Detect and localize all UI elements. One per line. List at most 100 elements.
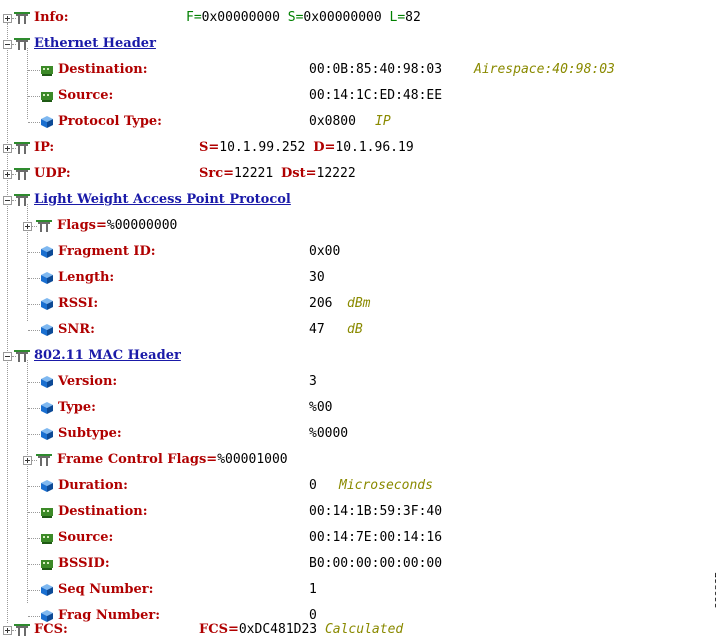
field-label: Destination: bbox=[58, 62, 148, 77]
field-label: Seq Number: bbox=[58, 582, 154, 597]
summary-value: 10.1.99.252 bbox=[219, 140, 314, 155]
summary-key: L= bbox=[389, 10, 406, 25]
tree-row-rssi[interactable]: RSSI: 206 dBm bbox=[0, 291, 700, 317]
field-value: B0:00:00:00:00:00 bbox=[309, 556, 443, 571]
tree-row-snr[interactable]: SNR: 47 dB bbox=[0, 317, 700, 343]
field-annotation: Airespace:40:98:03 bbox=[474, 62, 615, 77]
field-summary: S=10.1.99.252 D=10.1.96.19 bbox=[199, 140, 414, 156]
tree-row-source[interactable]: Source: 00:14:7E:00:14:16 bbox=[0, 525, 700, 551]
field-value: %00000000 bbox=[106, 218, 178, 233]
summary-value: 10.1.96.19 bbox=[335, 140, 414, 155]
summary-value: 0x00000000 bbox=[303, 10, 390, 25]
field-value: 3 bbox=[309, 374, 317, 389]
expand-toggle[interactable] bbox=[23, 456, 32, 465]
summary-key: S= bbox=[287, 10, 304, 25]
field-cube-icon bbox=[41, 428, 53, 440]
field-label: Length: bbox=[58, 270, 115, 285]
network-device-icon bbox=[41, 92, 53, 102]
tree-row-length[interactable]: Length: 30 bbox=[0, 265, 700, 291]
field-label: BSSID: bbox=[58, 556, 110, 571]
tree-row-destination[interactable]: Destination: 00:14:1B:59:3F:40 bbox=[0, 499, 700, 525]
field-label: SNR: bbox=[58, 322, 95, 337]
expand-toggle[interactable] bbox=[3, 170, 12, 179]
field-summary: Flags=%00000000 bbox=[57, 218, 177, 234]
field-cube-icon bbox=[41, 584, 53, 596]
tree-row-duration[interactable]: Duration: 0 Microseconds bbox=[0, 473, 700, 499]
field-cube-icon bbox=[41, 402, 53, 414]
section-header: Light Weight Access Point Protocol bbox=[34, 192, 291, 207]
summary-annotation: Calculated bbox=[324, 622, 404, 637]
tree-row-subtype[interactable]: Subtype: %0000 bbox=[0, 421, 700, 447]
field-cube-icon bbox=[41, 272, 53, 284]
field-cube-icon bbox=[41, 116, 53, 128]
field-value: 206 bbox=[309, 296, 333, 311]
field-cube-icon bbox=[41, 246, 53, 258]
expand-toggle[interactable] bbox=[3, 14, 12, 23]
field-label: Duration: bbox=[58, 478, 128, 493]
folder-icon bbox=[14, 12, 30, 24]
network-device-icon bbox=[41, 66, 53, 76]
tree-row-type[interactable]: Type: %00 bbox=[0, 395, 700, 421]
tree-row-ip[interactable]: IP: S=10.1.99.252 D=10.1.96.19 bbox=[0, 135, 700, 161]
network-device-icon bbox=[41, 534, 53, 544]
expand-toggle[interactable] bbox=[23, 222, 32, 231]
collapse-toggle[interactable] bbox=[3, 196, 12, 205]
expand-toggle[interactable] bbox=[3, 626, 12, 635]
network-device-icon bbox=[41, 560, 53, 570]
tree-row-lwapp-header[interactable]: Light Weight Access Point Protocol bbox=[0, 187, 700, 213]
field-value: 30 bbox=[309, 270, 325, 285]
field-summary: FCS=0xDC481D23 Calculated bbox=[199, 622, 403, 638]
field-label: Source: bbox=[58, 530, 114, 545]
field-summary: F=0x00000000 S=0x00000000 L=82 bbox=[186, 10, 421, 26]
tree-row-frame-control-flags[interactable]: Frame Control Flags=%00001000 bbox=[0, 447, 700, 473]
tree-row-fragment-id[interactable]: Fragment ID: 0x00 bbox=[0, 239, 700, 265]
tree-row-udp[interactable]: UDP: Src=12221 Dst=12222 bbox=[0, 161, 700, 187]
summary-key: S= bbox=[199, 140, 220, 155]
tree-row-bssid[interactable]: BSSID: B0:00:00:00:00:00 bbox=[0, 551, 700, 577]
tree-row-destination[interactable]: Destination: 00:0B:85:40:98:03 Airespace… bbox=[0, 57, 700, 83]
tree-row-80211-mac-header[interactable]: 802.11 MAC Header bbox=[0, 343, 700, 369]
field-value: 00:0B:85:40:98:03 bbox=[309, 62, 443, 77]
folder-icon bbox=[36, 454, 52, 466]
field-label: RSSI: bbox=[58, 296, 99, 311]
field-label: Type: bbox=[58, 400, 96, 415]
tree-row-source[interactable]: Source: 00:14:1C:ED:48:EE bbox=[0, 83, 700, 109]
tree-row-fcs[interactable]: FCS: FCS=0xDC481D23 Calculated bbox=[0, 617, 700, 643]
tree-row-ethernet-header[interactable]: Ethernet Header bbox=[0, 31, 700, 57]
tree-row-seq-number[interactable]: Seq Number: 1 bbox=[0, 577, 700, 603]
folder-icon bbox=[14, 350, 30, 362]
folder-icon bbox=[14, 194, 30, 206]
field-label: FCS: bbox=[34, 622, 68, 637]
field-value: 00:14:1B:59:3F:40 bbox=[309, 504, 443, 519]
folder-icon bbox=[14, 142, 30, 154]
field-cube-icon bbox=[41, 480, 53, 492]
collapse-toggle[interactable] bbox=[3, 40, 12, 49]
summary-value: 12221 bbox=[234, 166, 282, 181]
expand-toggle[interactable] bbox=[3, 144, 12, 153]
tree-row-protocol-type[interactable]: Protocol Type: 0x0800 IP bbox=[0, 109, 700, 135]
field-label: Fragment ID: bbox=[58, 244, 156, 259]
field-value: 00:14:1C:ED:48:EE bbox=[309, 88, 443, 103]
section-header: Ethernet Header bbox=[34, 36, 156, 51]
tree-row-version[interactable]: Version: 3 bbox=[0, 369, 700, 395]
tree-row-flags[interactable]: Flags=%00000000 bbox=[0, 213, 700, 239]
field-value: 0x00 bbox=[309, 244, 341, 259]
field-label: IP: bbox=[34, 140, 55, 155]
field-annotation: Microseconds bbox=[339, 478, 433, 493]
summary-value: 82 bbox=[405, 10, 421, 25]
field-summary: Src=12221 Dst=12222 bbox=[199, 166, 356, 182]
folder-icon bbox=[14, 38, 30, 50]
field-annotation: dBm bbox=[347, 296, 371, 311]
summary-key: Dst= bbox=[281, 166, 317, 181]
summary-value: 12222 bbox=[316, 166, 356, 181]
field-value: %00 bbox=[309, 400, 333, 415]
field-value: 0x0800 bbox=[309, 114, 356, 129]
network-device-icon bbox=[41, 508, 53, 518]
section-header: 802.11 MAC Header bbox=[34, 348, 181, 363]
field-label: Protocol Type: bbox=[58, 114, 162, 129]
folder-icon bbox=[14, 624, 30, 636]
tree-row-info[interactable]: Info: F=0x00000000 S=0x00000000 L=82 bbox=[0, 5, 700, 31]
field-value: 0 bbox=[309, 478, 317, 493]
collapse-toggle[interactable] bbox=[3, 352, 12, 361]
summary-key: D= bbox=[313, 140, 336, 155]
